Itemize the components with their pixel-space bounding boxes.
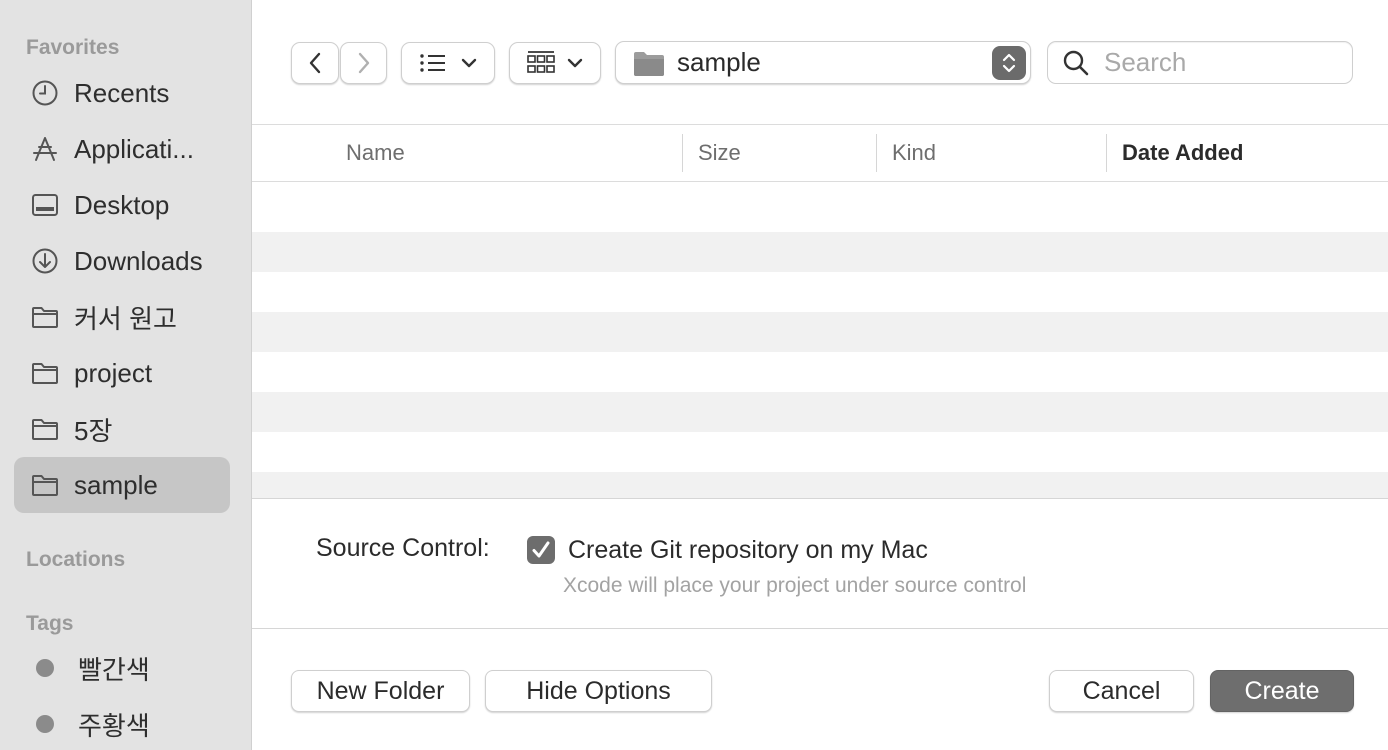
- folder-icon: [30, 358, 60, 388]
- sidebar-item-project[interactable]: project: [14, 345, 230, 401]
- desktop-icon: [30, 190, 60, 220]
- list-row: [252, 232, 1388, 272]
- create-button[interactable]: Create: [1210, 670, 1354, 712]
- new-folder-button[interactable]: New Folder: [291, 670, 470, 712]
- chevron-right-icon: [358, 52, 369, 74]
- tag-dot-icon: [36, 659, 54, 677]
- git-checkbox[interactable]: [527, 536, 555, 564]
- group-view-button[interactable]: [509, 42, 601, 84]
- list-view-icon: [420, 54, 445, 72]
- sidebar-item-label: Desktop: [74, 189, 170, 220]
- list-row: [252, 432, 1388, 472]
- column-separator: [876, 134, 877, 172]
- column-kind[interactable]: Kind: [892, 125, 936, 181]
- download-icon: [30, 246, 60, 276]
- column-separator: [1106, 134, 1107, 172]
- folder-icon: [30, 302, 60, 332]
- locations-header: Locations: [26, 548, 126, 571]
- sidebar-item-label: Recents: [74, 77, 170, 108]
- sidebar-item-label: 빨간색: [78, 654, 150, 685]
- sidebar-item-sample[interactable]: sample: [14, 457, 230, 513]
- sidebar: Favorites Recents Applicati... Desktop D…: [0, 0, 252, 750]
- favorites-header: Favorites: [26, 36, 120, 59]
- sidebar-item-chapter5[interactable]: 5장: [14, 401, 230, 457]
- checkmark-icon: [532, 541, 550, 558]
- sidebar-item-desktop[interactable]: Desktop: [14, 177, 230, 233]
- search-icon: [1063, 50, 1089, 75]
- list-row: [252, 182, 1388, 232]
- folder-icon: [30, 414, 60, 444]
- sidebar-tag-orange[interactable]: 주황색: [14, 696, 230, 750]
- clock-icon: [30, 78, 60, 108]
- chevron-left-icon: [309, 52, 321, 74]
- back-button[interactable]: [291, 42, 339, 84]
- applications-icon: [30, 134, 60, 164]
- list-row: [252, 312, 1388, 352]
- search-placeholder: Search: [1104, 47, 1187, 77]
- buttons-divider: [252, 628, 1388, 629]
- list-row: [252, 392, 1388, 432]
- path-popup-label: sample: [677, 47, 761, 77]
- sidebar-item-label: Downloads: [74, 245, 203, 276]
- chevron-down-icon: [461, 58, 477, 68]
- sidebar-item-cursor-draft[interactable]: 커서 원고: [14, 289, 230, 345]
- path-popup[interactable]: sample: [615, 41, 1031, 84]
- sidebar-item-label: sample: [74, 469, 158, 500]
- file-list-header: Name Size Kind Date Added: [252, 124, 1388, 182]
- tags-header: Tags: [26, 612, 74, 635]
- search-field[interactable]: Search: [1047, 41, 1353, 84]
- cancel-button[interactable]: Cancel: [1049, 670, 1194, 712]
- file-list[interactable]: [252, 182, 1388, 498]
- hide-options-button[interactable]: Hide Options: [485, 670, 712, 712]
- list-row: [252, 472, 1388, 498]
- git-hint-text: Xcode will place your project under sour…: [563, 574, 1027, 597]
- folder-icon: [634, 51, 664, 76]
- sidebar-item-label: 5장: [74, 415, 113, 446]
- list-row: [252, 352, 1388, 392]
- forward-button[interactable]: [340, 42, 387, 84]
- sidebar-item-label: 주황색: [78, 710, 150, 741]
- column-size[interactable]: Size: [698, 125, 741, 181]
- tag-dot-icon: [36, 715, 54, 733]
- sidebar-item-label: 커서 원고: [74, 303, 177, 334]
- sidebar-item-applications[interactable]: Applicati...: [14, 121, 230, 177]
- source-control-label: Source Control:: [316, 534, 490, 562]
- list-row: [252, 272, 1388, 312]
- options-divider: [252, 498, 1388, 499]
- grid-view-icon: [527, 51, 555, 73]
- column-separator: [682, 134, 683, 172]
- list-view-button[interactable]: [401, 42, 495, 84]
- sidebar-tag-red[interactable]: 빨간색: [14, 640, 230, 696]
- updown-chevron-icon: [992, 45, 1026, 80]
- sidebar-item-label: Applicati...: [74, 133, 194, 164]
- column-date-added[interactable]: Date Added: [1122, 125, 1243, 181]
- chevron-down-icon: [567, 58, 583, 68]
- sidebar-item-recents[interactable]: Recents: [14, 65, 230, 121]
- column-name[interactable]: Name: [346, 125, 405, 181]
- folder-icon: [30, 470, 60, 500]
- git-checkbox-label[interactable]: Create Git repository on my Mac: [568, 536, 928, 565]
- sidebar-item-downloads[interactable]: Downloads: [14, 233, 230, 289]
- sidebar-item-label: project: [74, 357, 153, 388]
